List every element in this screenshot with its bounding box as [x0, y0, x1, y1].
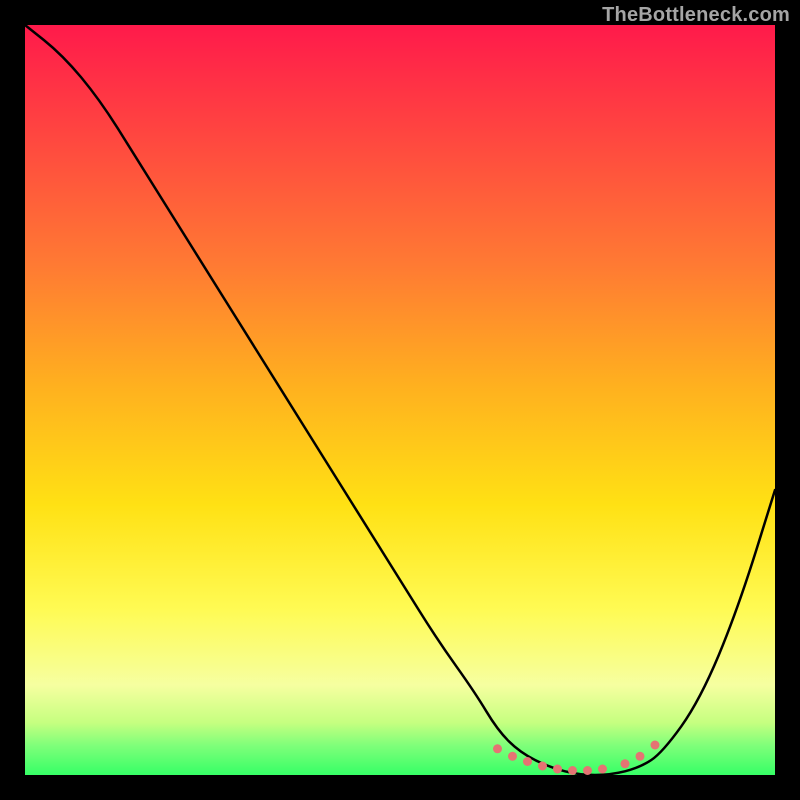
trough-marker-dot [538, 762, 547, 771]
trough-marker-dot [553, 765, 562, 774]
trough-marker-dot [523, 757, 532, 766]
trough-marker-dot [508, 752, 517, 761]
watermark-label: TheBottleneck.com [602, 4, 790, 27]
trough-marker-dot [493, 744, 502, 753]
gradient-plot-area [25, 25, 775, 775]
trough-marker-dot [621, 759, 630, 768]
chart-svg [25, 25, 775, 775]
trough-marker-dot [583, 766, 592, 775]
trough-marker-group [493, 741, 660, 776]
trough-marker-dot [636, 752, 645, 761]
trough-marker-dot [651, 741, 660, 750]
chart-frame: TheBottleneck.com [0, 0, 800, 800]
trough-marker-dot [568, 766, 577, 775]
trough-marker-dot [598, 765, 607, 774]
bottleneck-curve-line [25, 25, 775, 775]
